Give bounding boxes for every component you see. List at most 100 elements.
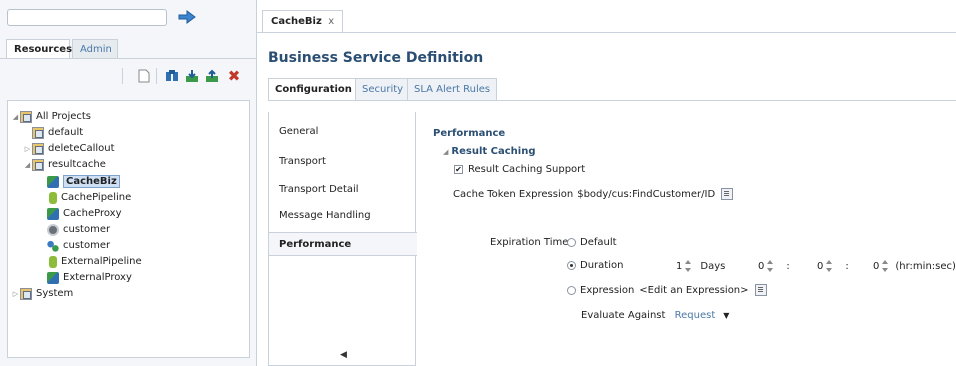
project-tree: ◢ All Projects default ▷ deleteCallout ◢…	[7, 100, 250, 358]
search-input[interactable]	[7, 9, 167, 26]
arrow-right-icon	[178, 10, 196, 24]
token-label: Cache Token Expression	[453, 189, 574, 200]
result-caching-checkbox[interactable]: ✔ Result Caching Support	[454, 164, 585, 175]
minutes-stepper[interactable]: 0:	[817, 260, 849, 272]
days-label: Days	[700, 261, 726, 272]
duration-days-stepper[interactable]: 1 Days	[676, 260, 725, 272]
expression-editor-icon[interactable]	[721, 188, 734, 200]
tab-sla-alert-rules[interactable]: SLA Alert Rules	[407, 78, 498, 100]
group-title: Result Caching	[451, 146, 536, 157]
collapse-icon[interactable]: ◢	[23, 161, 32, 169]
spinner-icon[interactable]	[767, 260, 774, 272]
tree-item-label: ExternalPipeline	[61, 256, 142, 267]
export-icon[interactable]	[204, 68, 220, 84]
config-nav: General Transport Transport Detail Messa…	[268, 112, 417, 366]
radio-button[interactable]	[567, 285, 576, 295]
result-caching-group[interactable]: ◢ Result Caching	[443, 146, 535, 157]
section-title: Performance	[433, 128, 506, 139]
pipeline-icon	[49, 191, 57, 204]
tab-resources[interactable]: Resources	[6, 39, 72, 58]
tree-item-default[interactable]: default	[32, 125, 83, 140]
radio-default[interactable]: Default	[567, 237, 617, 248]
time-format-hint: (hr:min:sec)	[895, 261, 956, 272]
tree-item-label: ExternalProxy	[63, 272, 132, 283]
edit-expression-link[interactable]: <Edit an Expression>	[639, 285, 748, 296]
nav-item-performance[interactable]: Performance	[269, 232, 417, 256]
business-service-icon	[47, 175, 59, 188]
days-value[interactable]: 1	[676, 261, 682, 272]
radio-duration[interactable]: Duration	[567, 260, 623, 271]
expand-icon[interactable]: ▷	[23, 145, 32, 153]
radio-button[interactable]	[567, 260, 576, 270]
cache-token-row: Cache Token Expression $body/cus:FindCust…	[453, 188, 734, 200]
tab-security[interactable]: Security	[355, 78, 411, 100]
evaluate-against-row: Evaluate Against Request ▼	[581, 310, 729, 321]
collapse-icon[interactable]: ◢	[11, 113, 20, 121]
radio-expression[interactable]: Expression <Edit an Expression>	[567, 284, 767, 296]
time-separator: :	[786, 261, 790, 272]
toolbar-divider	[156, 68, 157, 84]
checkbox[interactable]: ✔	[454, 164, 463, 174]
toolbar-divider	[122, 68, 123, 84]
spinner-icon[interactable]	[826, 260, 833, 272]
tree-item-deletecallout[interactable]: ▷ deleteCallout	[23, 141, 115, 156]
close-icon[interactable]: x	[328, 16, 334, 27]
nav-item-general[interactable]: General	[269, 120, 415, 144]
tree-item-label: CacheBiz	[63, 175, 120, 188]
gear-icon	[47, 223, 59, 236]
tree-item-label: default	[48, 127, 84, 138]
radio-label: Expression	[580, 285, 635, 296]
resources-panel: Resources Admin ✖ ◢ All Projects default…	[0, 0, 257, 366]
tree-item-label: deleteCallout	[48, 143, 115, 154]
seconds-value[interactable]: 0	[873, 261, 879, 272]
radio-label: Default	[580, 237, 617, 248]
select-value: Request	[674, 310, 716, 321]
people-icon	[47, 239, 59, 252]
collapse-pane-icon[interactable]: ◀	[340, 350, 347, 360]
expand-icon[interactable]: ▷	[11, 290, 20, 298]
tree-item-all-projects[interactable]: ◢ All Projects	[11, 109, 91, 124]
nav-item-message-handling[interactable]: Message Handling	[269, 204, 415, 228]
tree-item-system[interactable]: ▷ System	[11, 286, 73, 301]
tree-item-label: customer	[63, 224, 111, 235]
tree-item-externalpipeline[interactable]: ExternalPipeline	[47, 254, 142, 269]
collapse-icon[interactable]: ◢	[443, 148, 448, 156]
radio-label: Duration	[580, 260, 624, 271]
token-expression-value[interactable]: $body/cus:FindCustomer/ID	[577, 189, 715, 200]
page-title: Business Service Definition	[268, 50, 484, 66]
evaluate-select[interactable]: Request ▼	[675, 310, 730, 321]
tree-item-cachepipeline[interactable]: CachePipeline	[47, 190, 131, 205]
nav-item-transport-detail[interactable]: Transport Detail	[269, 178, 415, 202]
find-icon[interactable]	[164, 68, 180, 84]
tree-item-resultcache[interactable]: ◢ resultcache	[23, 157, 106, 172]
tree-item-externalproxy[interactable]: ExternalProxy	[47, 270, 132, 285]
expression-editor-icon[interactable]	[754, 284, 767, 296]
tab-configuration[interactable]: Configuration	[268, 78, 359, 100]
tree-item-customer-schema[interactable]: customer	[47, 238, 110, 253]
time-separator: :	[845, 261, 849, 272]
tree-item-label: CachePipeline	[61, 192, 132, 203]
delete-icon[interactable]: ✖	[226, 67, 242, 85]
nav-item-transport[interactable]: Transport	[269, 150, 415, 174]
tree-item-cacheproxy[interactable]: CacheProxy	[47, 206, 122, 221]
spinner-icon[interactable]	[882, 260, 889, 272]
new-document-icon[interactable]	[136, 68, 152, 84]
search-go-button[interactable]	[176, 7, 198, 27]
hours-stepper[interactable]: 0:	[758, 260, 790, 272]
seconds-stepper[interactable]: 0 (hr:min:sec)	[873, 260, 956, 272]
tree-item-cachebiz[interactable]: CacheBiz	[47, 174, 120, 189]
radio-button[interactable]	[567, 237, 576, 247]
spinner-icon[interactable]	[685, 260, 692, 272]
folder-icon	[32, 126, 44, 139]
folder-icon	[32, 142, 44, 155]
chevron-down-icon[interactable]: ▼	[723, 311, 729, 320]
tab-cachebiz[interactable]: CacheBiz x	[262, 10, 344, 32]
tab-admin[interactable]: Admin	[72, 39, 118, 58]
checkbox-label: Result Caching Support	[468, 164, 586, 175]
minutes-value[interactable]: 0	[817, 261, 823, 272]
tree-item-customer-wsdl[interactable]: customer	[47, 222, 110, 237]
tree-item-label: resultcache	[48, 159, 106, 170]
pipeline-icon	[49, 255, 57, 268]
hours-value[interactable]: 0	[758, 261, 764, 272]
import-icon[interactable]	[184, 68, 200, 84]
